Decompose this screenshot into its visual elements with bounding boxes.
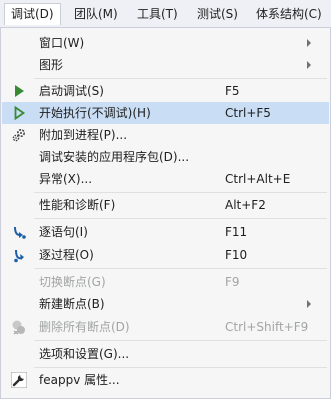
menu-item-toggle-breakpoint[interactable]: 切换断点(G) F9 (2, 271, 329, 293)
menu-item-label: 图形 (39, 58, 64, 72)
menu-item-graphics[interactable]: 图形 (2, 54, 329, 76)
menu-item-shortcut: F9 (225, 275, 240, 289)
menu-test-label: 测试(S) (197, 7, 238, 21)
submenu-arrow-icon (307, 39, 311, 47)
menu-item-label: 附加到进程(P)... (39, 128, 128, 142)
menu-item-options-settings[interactable]: 选项和设置(G)... (2, 343, 329, 365)
menu-debug[interactable]: 调试(D) (4, 3, 61, 25)
menu-item-shortcut: F10 (225, 248, 248, 262)
step-over-icon (14, 249, 24, 263)
menu-debug-label: 调试(D) (11, 7, 54, 21)
menu-item-shortcut: Ctrl+F5 (225, 106, 271, 120)
delete-breakpoints-icon (12, 320, 25, 335)
menu-item-start-without-debugging[interactable]: 开始执行(不调试)(H) Ctrl+F5 (2, 102, 329, 124)
menu-item-label: feappv 属性... (39, 373, 120, 387)
separator (34, 218, 327, 219)
menu-item-delete-all-breakpoints[interactable]: 删除所有断点(D) Ctrl+Shift+F9 (2, 316, 329, 338)
menu-item-label: 新建断点(B) (39, 297, 105, 311)
menu-item-label: 异常(X)... (39, 172, 93, 186)
start-debugging-icon (15, 85, 24, 97)
menu-item-shortcut: Alt+F2 (225, 198, 266, 212)
wrench-icon (11, 372, 27, 388)
menu-item-label: 开始执行(不调试)(H) (39, 106, 151, 120)
menu-item-step-into[interactable]: 逐语句(I) F11 (2, 221, 329, 243)
menu-item-shortcut: F11 (225, 225, 248, 239)
menu-item-shortcut: Ctrl+Shift+F9 (225, 320, 309, 334)
menu-architecture[interactable]: 体系结构(C) (250, 3, 328, 25)
menu-item-label: 启动调试(S) (39, 84, 104, 98)
menu-item-label: 删除所有断点(D) (39, 320, 130, 334)
menu-item-label: 调试安装的应用程序包(D)... (39, 150, 190, 164)
menu-item-debug-installed-package[interactable]: 调试安装的应用程序包(D)... (2, 146, 329, 168)
menu-item-label: 窗口(W) (39, 36, 85, 50)
menu-item-attach-to-process[interactable]: 附加到进程(P)... (2, 124, 329, 146)
menu-item-label: 切换断点(G) (39, 275, 106, 289)
submenu-arrow-icon (307, 61, 311, 69)
separator (34, 78, 327, 79)
menu-item-window[interactable]: 窗口(W) (2, 32, 329, 54)
menu-architecture-label: 体系结构(C) (256, 7, 322, 21)
menu-bar: 调试(D) 团队(M) 工具(T) 测试(S) 体系结构(C) (0, 0, 331, 28)
menu-item-exceptions[interactable]: 异常(X)... Ctrl+Alt+E (2, 168, 329, 190)
menu-item-project-properties[interactable]: feappv 属性... (2, 369, 329, 391)
menu-item-shortcut: Ctrl+Alt+E (225, 172, 291, 186)
menu-tools-label: 工具(T) (137, 7, 178, 21)
menu-team[interactable]: 团队(M) (68, 3, 124, 25)
menu-item-start-debugging[interactable]: 启动调试(S) F5 (2, 80, 329, 102)
menu-item-label: 选项和设置(G)... (39, 347, 130, 361)
menu-item-performance-diagnostics[interactable]: 性能和诊断(F) Alt+F2 (2, 194, 329, 216)
debug-dropdown-menu: 窗口(W) 图形 启动调试(S) F5 开始执行(不调试)(H) Ctrl+F5… (0, 27, 331, 399)
submenu-arrow-icon (307, 300, 311, 308)
start-without-debugging-icon (14, 105, 26, 121)
menu-item-shortcut: F5 (225, 84, 240, 98)
menu-team-label: 团队(M) (74, 7, 118, 21)
menu-test[interactable]: 测试(S) (191, 3, 244, 25)
separator (34, 268, 327, 269)
attach-process-icon (12, 128, 26, 142)
separator (34, 340, 327, 341)
step-into-icon (14, 226, 26, 239)
menu-item-label: 性能和诊断(F) (39, 198, 116, 212)
menu-item-label: 逐过程(O) (39, 248, 94, 262)
separator (34, 192, 327, 193)
menu-item-new-breakpoint[interactable]: 新建断点(B) (2, 293, 329, 315)
menu-item-label: 逐语句(I) (39, 225, 88, 239)
separator (34, 367, 327, 368)
menu-tools[interactable]: 工具(T) (131, 3, 184, 25)
menu-item-step-over[interactable]: 逐过程(O) F10 (2, 244, 329, 266)
